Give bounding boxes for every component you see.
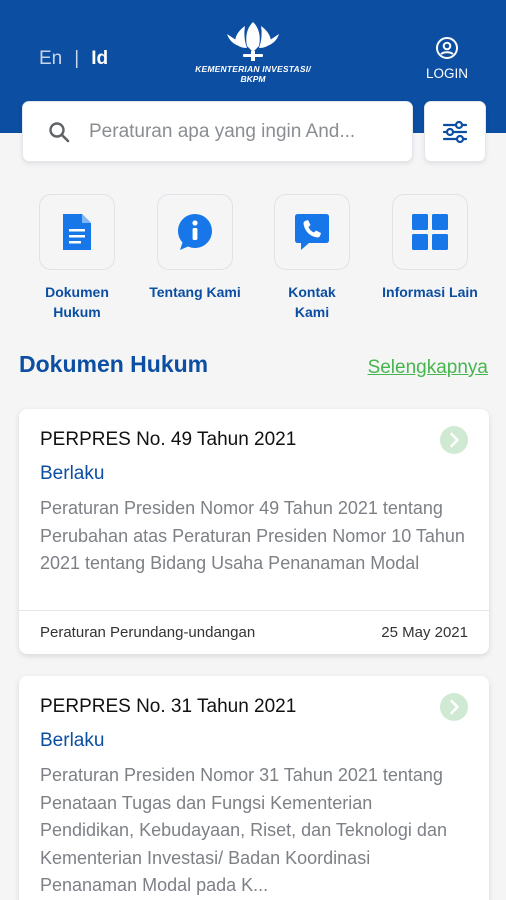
document-description: Peraturan Presiden Nomor 49 Tahun 2021 t…	[40, 498, 465, 573]
filter-button[interactable]	[424, 101, 486, 162]
section-title: Dokumen Hukum	[19, 351, 209, 377]
search-input[interactable]: Peraturan apa yang ingin And...	[22, 101, 413, 162]
login-button[interactable]: LOGIN	[420, 36, 474, 81]
menu-tentang-kami[interactable]: Tentang Kami	[136, 194, 254, 302]
chevron-right-icon[interactable]	[439, 692, 469, 722]
menu-label: Kontak Kami	[288, 284, 336, 320]
menu-label: Informasi Lain	[382, 284, 478, 300]
info-icon	[178, 214, 212, 250]
menu-label: Dokumen Hukum	[45, 284, 109, 320]
document-status: Berlaku	[40, 463, 105, 484]
menu-label: Tentang Kami	[149, 284, 241, 300]
menu-icon-box	[39, 194, 115, 270]
menu-icon-box	[157, 194, 233, 270]
bkpm-emblem-icon	[227, 22, 279, 61]
document-category: Peraturan Perundang-undangan	[40, 624, 256, 641]
menu-dokumen-hukum[interactable]: Dokumen Hukum	[18, 194, 136, 322]
document-card[interactable]: PERPRES No. 31 Tahun 2021 Berlaku Peratu…	[19, 676, 489, 900]
lang-en-button[interactable]: En	[39, 48, 62, 70]
search-icon	[49, 121, 70, 142]
document-date: 25 May 2021	[381, 624, 468, 641]
document-status: Berlaku	[40, 730, 105, 751]
grid-icon	[412, 214, 448, 250]
menu-informasi-lain[interactable]: Informasi Lain	[371, 194, 489, 302]
sliders-icon	[442, 120, 468, 143]
card-divider	[19, 610, 489, 611]
logo-text-line1: KEMENTERIAN INVESTASI/	[195, 64, 311, 74]
lang-id-button[interactable]: Id	[91, 48, 108, 70]
search-placeholder: Peraturan apa yang ingin And...	[89, 120, 356, 142]
document-title: PERPRES No. 31 Tahun 2021	[40, 696, 297, 717]
menu-kontak-kami[interactable]: Kontak Kami	[253, 194, 371, 322]
ministry-logo: KEMENTERIAN INVESTASI/ BKPM	[185, 18, 321, 98]
document-title: PERPRES No. 49 Tahun 2021	[40, 429, 297, 450]
menu-icon-box	[392, 194, 468, 270]
login-label: LOGIN	[425, 66, 468, 81]
chevron-right-icon[interactable]	[439, 425, 469, 455]
document-icon	[63, 214, 91, 250]
phone-chat-icon	[295, 214, 329, 250]
document-card[interactable]: PERPRES No. 49 Tahun 2021 Berlaku Peratu…	[19, 409, 489, 654]
language-switcher: En | Id	[39, 48, 108, 70]
user-circle-icon	[436, 37, 458, 59]
lang-separator: |	[74, 48, 80, 69]
see-more-link[interactable]: Selengkapnya	[368, 357, 488, 379]
document-description: Peraturan Presiden Nomor 31 Tahun 2021 t…	[40, 765, 447, 895]
menu-icon-box	[274, 194, 350, 270]
logo-text-line2: BKPM	[240, 74, 266, 84]
